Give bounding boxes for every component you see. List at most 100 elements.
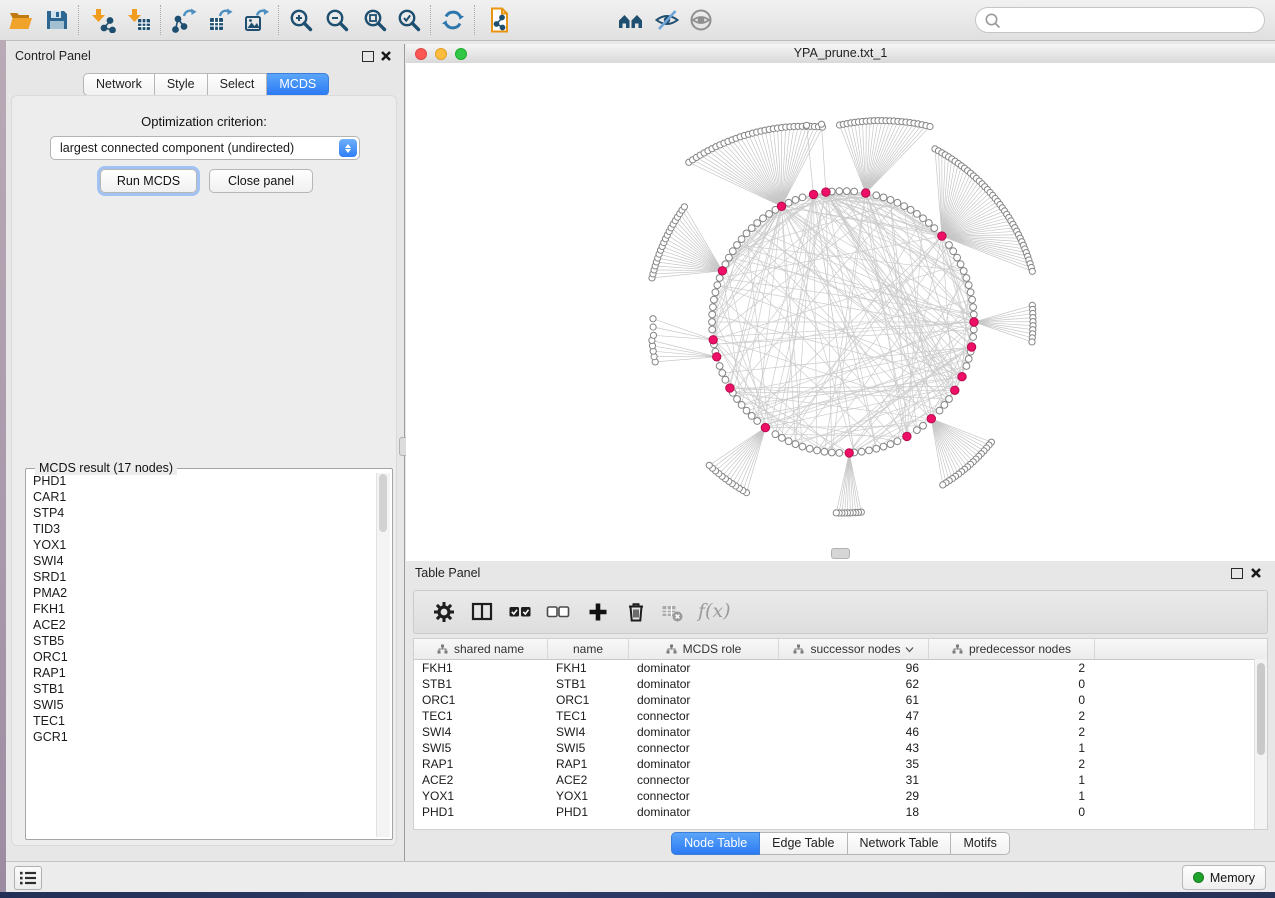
graph-node[interactable] (925, 220, 932, 227)
graph-node[interactable] (836, 450, 843, 457)
graph-node[interactable] (792, 441, 799, 448)
open-file-icon[interactable] (8, 7, 34, 33)
mcds-result-item[interactable]: PMA2 (28, 585, 376, 601)
graph-node[interactable] (914, 427, 921, 434)
mcds-result-item[interactable]: STP4 (28, 505, 376, 521)
zoom-fit-icon[interactable] (362, 7, 388, 33)
tab-select[interactable]: Select (208, 73, 268, 96)
close-panel-icon[interactable] (1250, 567, 1262, 579)
graph-node[interactable] (821, 448, 828, 455)
column-header-mcds-role[interactable]: MCDS role (629, 639, 779, 659)
refresh-layout-icon[interactable] (440, 7, 466, 33)
graph-node[interactable] (785, 438, 792, 445)
graph-node[interactable] (920, 215, 927, 222)
export-image-icon[interactable] (244, 7, 270, 33)
graph-node[interactable] (804, 122, 810, 128)
graph-node[interactable] (710, 304, 717, 311)
graph-node[interactable] (738, 402, 745, 409)
network-canvas[interactable] (406, 63, 1275, 561)
graph-node[interactable] (957, 261, 964, 268)
graph-node[interactable] (873, 192, 880, 199)
graph-node[interactable] (970, 304, 977, 311)
table-row[interactable]: SWI5SWI5connector431 (414, 740, 1267, 756)
table-row[interactable]: RAP1RAP1dominator352 (414, 756, 1267, 772)
criterion-select[interactable]: largest connected component (undirected) (50, 136, 360, 160)
table-row[interactable]: SWI4SWI4dominator462 (414, 724, 1267, 740)
column-header-successor-nodes[interactable]: successor nodes (779, 639, 929, 659)
settings-gear-icon[interactable] (432, 600, 456, 624)
graph-node[interactable] (963, 275, 970, 282)
graph-node[interactable] (963, 363, 970, 370)
table-row[interactable]: YOX1YOX1connector291 (414, 788, 1267, 804)
table-row[interactable]: PHD1PHD1dominator180 (414, 804, 1267, 820)
graph-node[interactable] (946, 242, 953, 249)
delete-column-icon[interactable] (624, 600, 648, 624)
graph-node[interactable] (799, 194, 806, 201)
graph-hub-node[interactable] (938, 232, 946, 240)
graph-node[interactable] (880, 194, 887, 201)
graph-node[interactable] (873, 445, 880, 452)
graph-node[interactable] (814, 447, 821, 454)
graph-node[interactable] (954, 254, 961, 261)
graph-node[interactable] (887, 441, 894, 448)
graph-node[interactable] (970, 334, 977, 341)
mcds-result-item[interactable]: TEC1 (28, 713, 376, 729)
mcds-result-item[interactable]: FKH1 (28, 601, 376, 617)
graph-node[interactable] (927, 123, 933, 129)
tab-network[interactable]: Network (83, 73, 155, 96)
select-all-icon[interactable] (508, 600, 532, 624)
graph-node[interactable] (748, 413, 755, 420)
tab-motifs[interactable]: Motifs (951, 832, 1009, 855)
save-icon[interactable] (44, 7, 70, 33)
graph-node[interactable] (960, 268, 967, 275)
graph-node[interactable] (969, 296, 976, 303)
graph-node[interactable] (941, 402, 948, 409)
search-input[interactable] (1006, 12, 1256, 28)
graph-node[interactable] (901, 203, 908, 210)
show-all-icon[interactable] (688, 7, 714, 33)
graph-node[interactable] (738, 236, 745, 243)
graph-node[interactable] (712, 289, 719, 296)
table-scrollbar[interactable] (1254, 659, 1267, 829)
graph-node[interactable] (880, 443, 887, 450)
graph-node[interactable] (719, 370, 726, 377)
graph-node[interactable] (967, 289, 974, 296)
graph-node[interactable] (965, 282, 972, 289)
graph-node[interactable] (914, 211, 921, 218)
graph-node[interactable] (729, 248, 736, 255)
graph-node[interactable] (920, 422, 927, 429)
graph-hub-node[interactable] (777, 202, 785, 210)
graph-node[interactable] (851, 188, 858, 195)
graph-hub-node[interactable] (822, 188, 830, 196)
table-row[interactable]: FKH1FKH1dominator962 (414, 660, 1267, 676)
graph-node[interactable] (828, 449, 835, 456)
horizontal-splitter-handle[interactable] (831, 548, 850, 559)
graph-hub-node[interactable] (927, 415, 935, 423)
close-panel-icon[interactable] (380, 50, 392, 62)
graph-node[interactable] (785, 199, 792, 206)
export-table-icon[interactable] (208, 7, 234, 33)
graph-node[interactable] (894, 438, 901, 445)
graph-node[interactable] (709, 319, 716, 326)
graph-node[interactable] (650, 324, 656, 330)
mcds-result-item[interactable]: ACE2 (28, 617, 376, 633)
graph-node[interactable] (970, 311, 977, 318)
graph-hub-node[interactable] (709, 336, 717, 344)
graph-node[interactable] (779, 435, 786, 442)
graph-node[interactable] (716, 275, 723, 282)
tab-style[interactable]: Style (155, 73, 208, 96)
graph-node[interactable] (743, 230, 750, 237)
graph-node[interactable] (946, 396, 953, 403)
graph-node[interactable] (706, 462, 712, 468)
graph-node[interactable] (936, 407, 943, 414)
graph-node[interactable] (907, 206, 914, 213)
mcds-result-item[interactable]: SWI5 (28, 697, 376, 713)
table-row[interactable]: ORC1ORC1dominator610 (414, 692, 1267, 708)
mcds-result-item[interactable]: STB5 (28, 633, 376, 649)
task-history-button[interactable] (14, 866, 42, 890)
table-row[interactable]: TEC1TEC1connector472 (414, 708, 1267, 724)
graph-node[interactable] (858, 448, 865, 455)
graph-node[interactable] (931, 225, 938, 232)
graph-node[interactable] (760, 215, 767, 222)
mcds-result-item[interactable]: TID3 (28, 521, 376, 537)
